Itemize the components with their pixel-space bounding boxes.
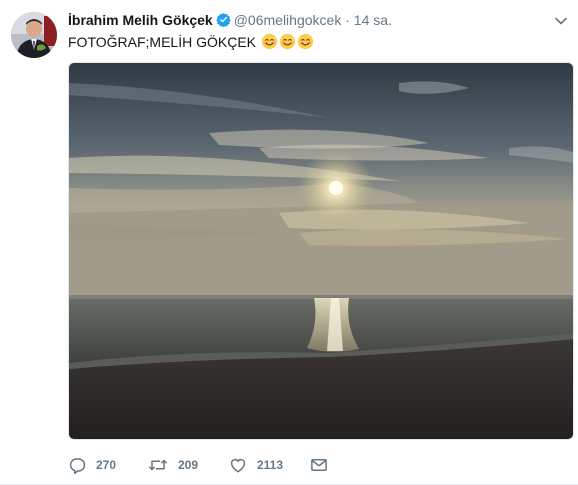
tweet-actions: 270 209 2113 — [68, 455, 368, 475]
tweet-timestamp[interactable]: 14 sa. — [354, 12, 392, 28]
retweet-count: 209 — [178, 458, 199, 472]
chevron-down-icon[interactable] — [553, 13, 569, 29]
smiling-face-icon — [279, 33, 296, 55]
tweet-text-content: FOTOĞRAF;MELİH GÖKÇEK — [68, 34, 256, 50]
like-button[interactable]: 2113 — [229, 455, 283, 475]
reply-button[interactable]: 270 — [68, 455, 116, 475]
retweet-button[interactable]: 209 — [148, 455, 198, 475]
tweet-text: FOTOĞRAF;MELİH GÖKÇEK — [68, 33, 314, 55]
tweet[interactable]: İbrahim Melih Gökçek @06melihgokcek · 14 … — [0, 0, 578, 485]
author-name[interactable]: İbrahim Melih Gökçek — [68, 12, 213, 28]
author-handle[interactable]: @06melihgokcek — [234, 12, 342, 28]
heart-icon — [229, 456, 247, 474]
smiling-face-icon — [297, 33, 314, 55]
tweet-header: İbrahim Melih Gökçek @06melihgokcek · 14 … — [68, 11, 392, 32]
reply-count: 270 — [96, 458, 117, 472]
separator-dot: · — [345, 12, 350, 28]
smiling-face-icon — [261, 33, 278, 55]
like-count: 2113 — [257, 458, 284, 472]
retweet-icon — [148, 456, 168, 474]
avatar[interactable] — [11, 12, 57, 58]
direct-message-button[interactable] — [310, 455, 328, 475]
verified-badge-icon — [215, 12, 231, 32]
reply-icon — [68, 456, 86, 474]
tweet-photo[interactable] — [68, 62, 574, 440]
envelope-icon — [310, 456, 328, 474]
